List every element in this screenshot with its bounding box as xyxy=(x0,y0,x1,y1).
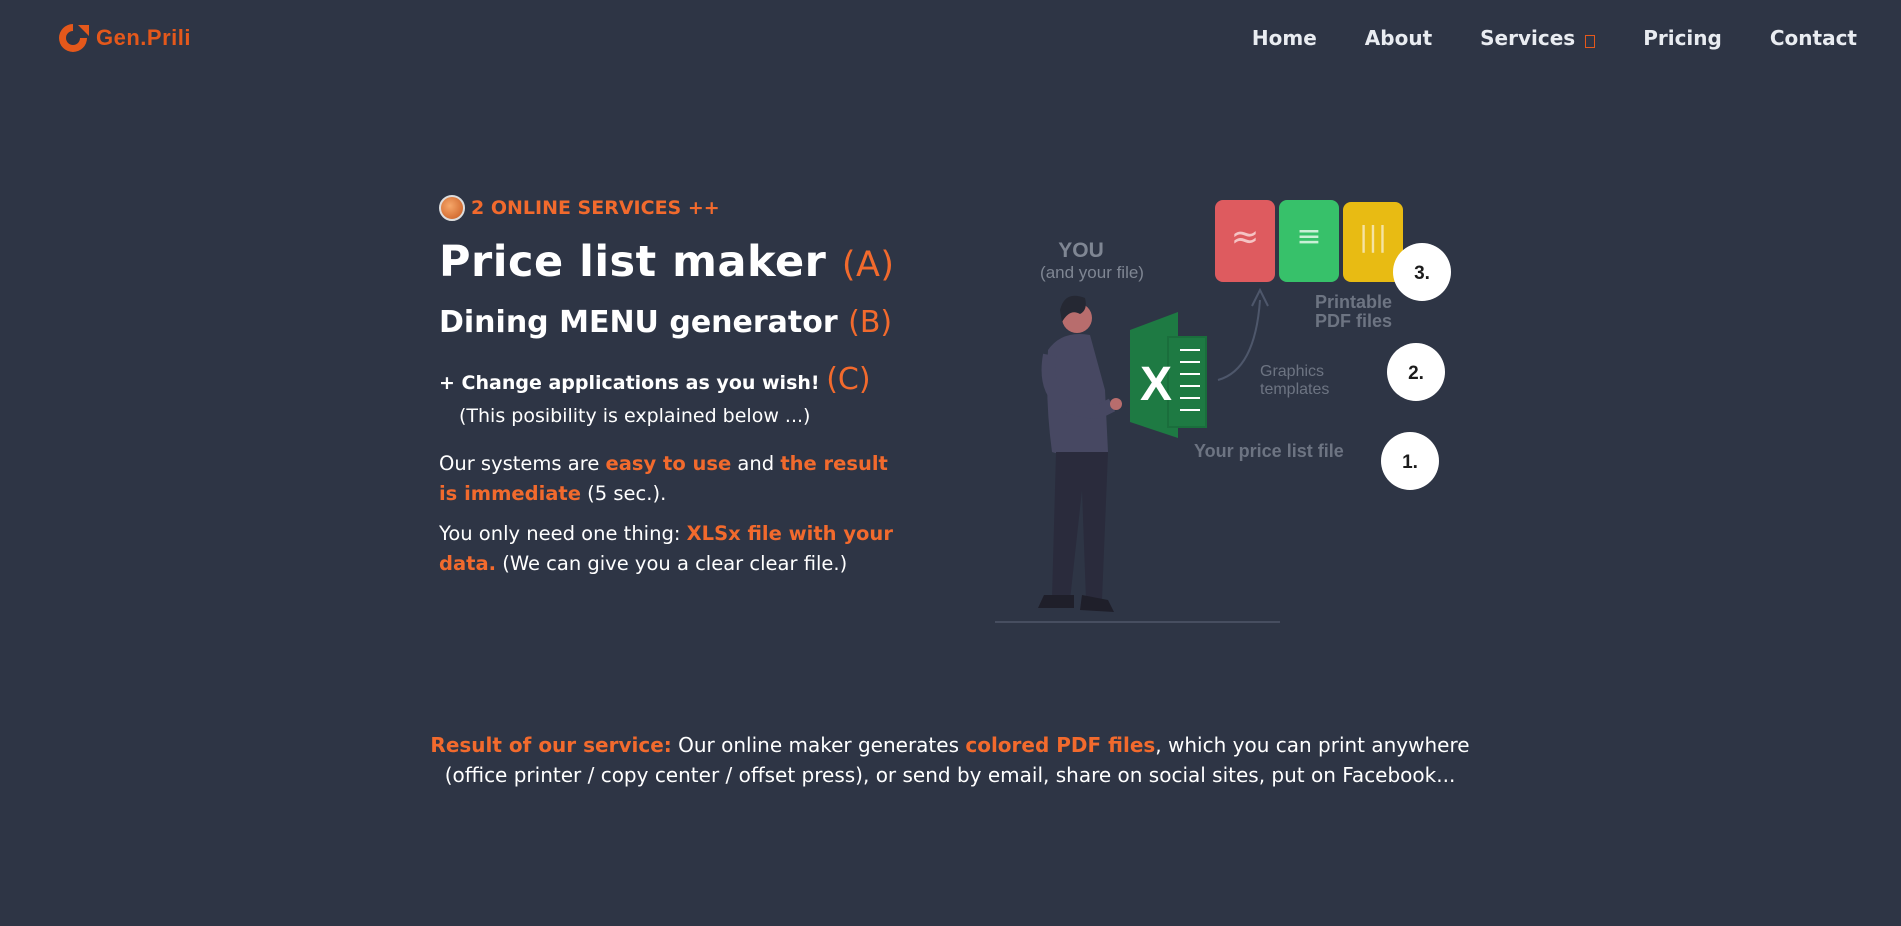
wave-icon: ≈ xyxy=(1231,217,1260,257)
you-sublabel: (and your file) xyxy=(1040,263,1144,282)
nav-pricing-label: Pricing xyxy=(1643,26,1722,50)
nav-contact-label: Contact xyxy=(1769,26,1857,50)
printable-label: Printable xyxy=(1315,292,1392,312)
page-title: Price list maker (A) xyxy=(439,237,899,287)
excel-letter: X xyxy=(1140,358,1172,411)
p1-c: and xyxy=(731,452,781,475)
step-3-label: 3. xyxy=(1414,263,1430,284)
result-a: Result of our service: xyxy=(430,733,672,757)
pdf-files-label: PDF files xyxy=(1315,311,1392,331)
change-note: (This posibility is explained below ...) xyxy=(459,405,811,427)
person-figure xyxy=(1038,295,1122,612)
hero-section: 2 ONLINE SERVICES ++ Price list maker (A… xyxy=(439,195,899,579)
nav-services-label: Services xyxy=(1480,26,1576,50)
nav-home-label: Home xyxy=(1251,26,1317,50)
title-text: Price list maker xyxy=(439,237,827,287)
brand-name: Gen.Prili xyxy=(96,25,191,50)
step-2-label: 2. xyxy=(1408,363,1424,384)
nav-pricing[interactable]: Pricing xyxy=(1643,26,1722,50)
result-c: colored PDF files xyxy=(965,733,1156,757)
nav-contact[interactable]: Contact xyxy=(1770,26,1857,50)
change-tag: (C) xyxy=(826,362,871,397)
bars-icon: ||| xyxy=(1359,220,1387,253)
graphics-label: Graphics xyxy=(1260,363,1324,380)
nav-about-label: About xyxy=(1364,26,1433,50)
templates-label: templates xyxy=(1260,381,1329,398)
nav-services[interactable]: Services xyxy=(1480,26,1596,50)
p2-a: You only need one thing: xyxy=(439,522,687,545)
subtitle-tag: (B) xyxy=(848,305,893,340)
globe-icon xyxy=(439,195,465,221)
change-line: + Change applications as you wish! (C) xyxy=(439,362,899,397)
hero-illustration: X ≈ ≡ ||| YOU (and your file) Printable … xyxy=(995,200,1451,623)
p1-e: (5 sec.). xyxy=(580,482,667,505)
need-paragraph: You only need one thing: XLSx file with … xyxy=(439,519,899,579)
main-nav: Home About Services Pricing Contact xyxy=(1252,26,1857,50)
logo[interactable]: Gen.Prili xyxy=(56,22,191,54)
kicker-text: 2 ONLINE SERVICES ++ xyxy=(471,197,720,219)
result-paragraph: Result of our service: Our online maker … xyxy=(420,730,1480,790)
result-b: Our online maker generates xyxy=(671,733,966,757)
pdf-cards: ≈ ≡ ||| xyxy=(1215,200,1403,282)
price-file-label: Your price list file xyxy=(1194,441,1344,461)
p2-c: (We can give you a clear clear file.) xyxy=(496,552,848,575)
p1-b: easy to use xyxy=(605,452,732,475)
logo-icon xyxy=(59,24,89,52)
subtitle-text: Dining MENU generator xyxy=(439,305,838,340)
nav-home[interactable]: Home xyxy=(1252,26,1317,50)
page-subtitle: Dining MENU generator (B) xyxy=(439,305,899,340)
excel-icon: X xyxy=(1130,312,1207,438)
step-1-label: 1. xyxy=(1402,452,1418,473)
lines-icon: ≡ xyxy=(1296,219,1321,254)
easy-paragraph: Our systems are easy to use and the resu… xyxy=(439,449,899,509)
p1-a: Our systems are xyxy=(439,452,606,475)
title-tag: (A) xyxy=(841,245,895,285)
change-text: + Change applications as you wish! xyxy=(439,372,820,394)
arrow-curve xyxy=(1217,299,1261,381)
kicker: 2 ONLINE SERVICES ++ xyxy=(439,195,899,221)
nav-about[interactable]: About xyxy=(1365,26,1432,50)
chevron-down-icon xyxy=(1585,34,1596,48)
you-label: YOU xyxy=(1058,239,1104,262)
